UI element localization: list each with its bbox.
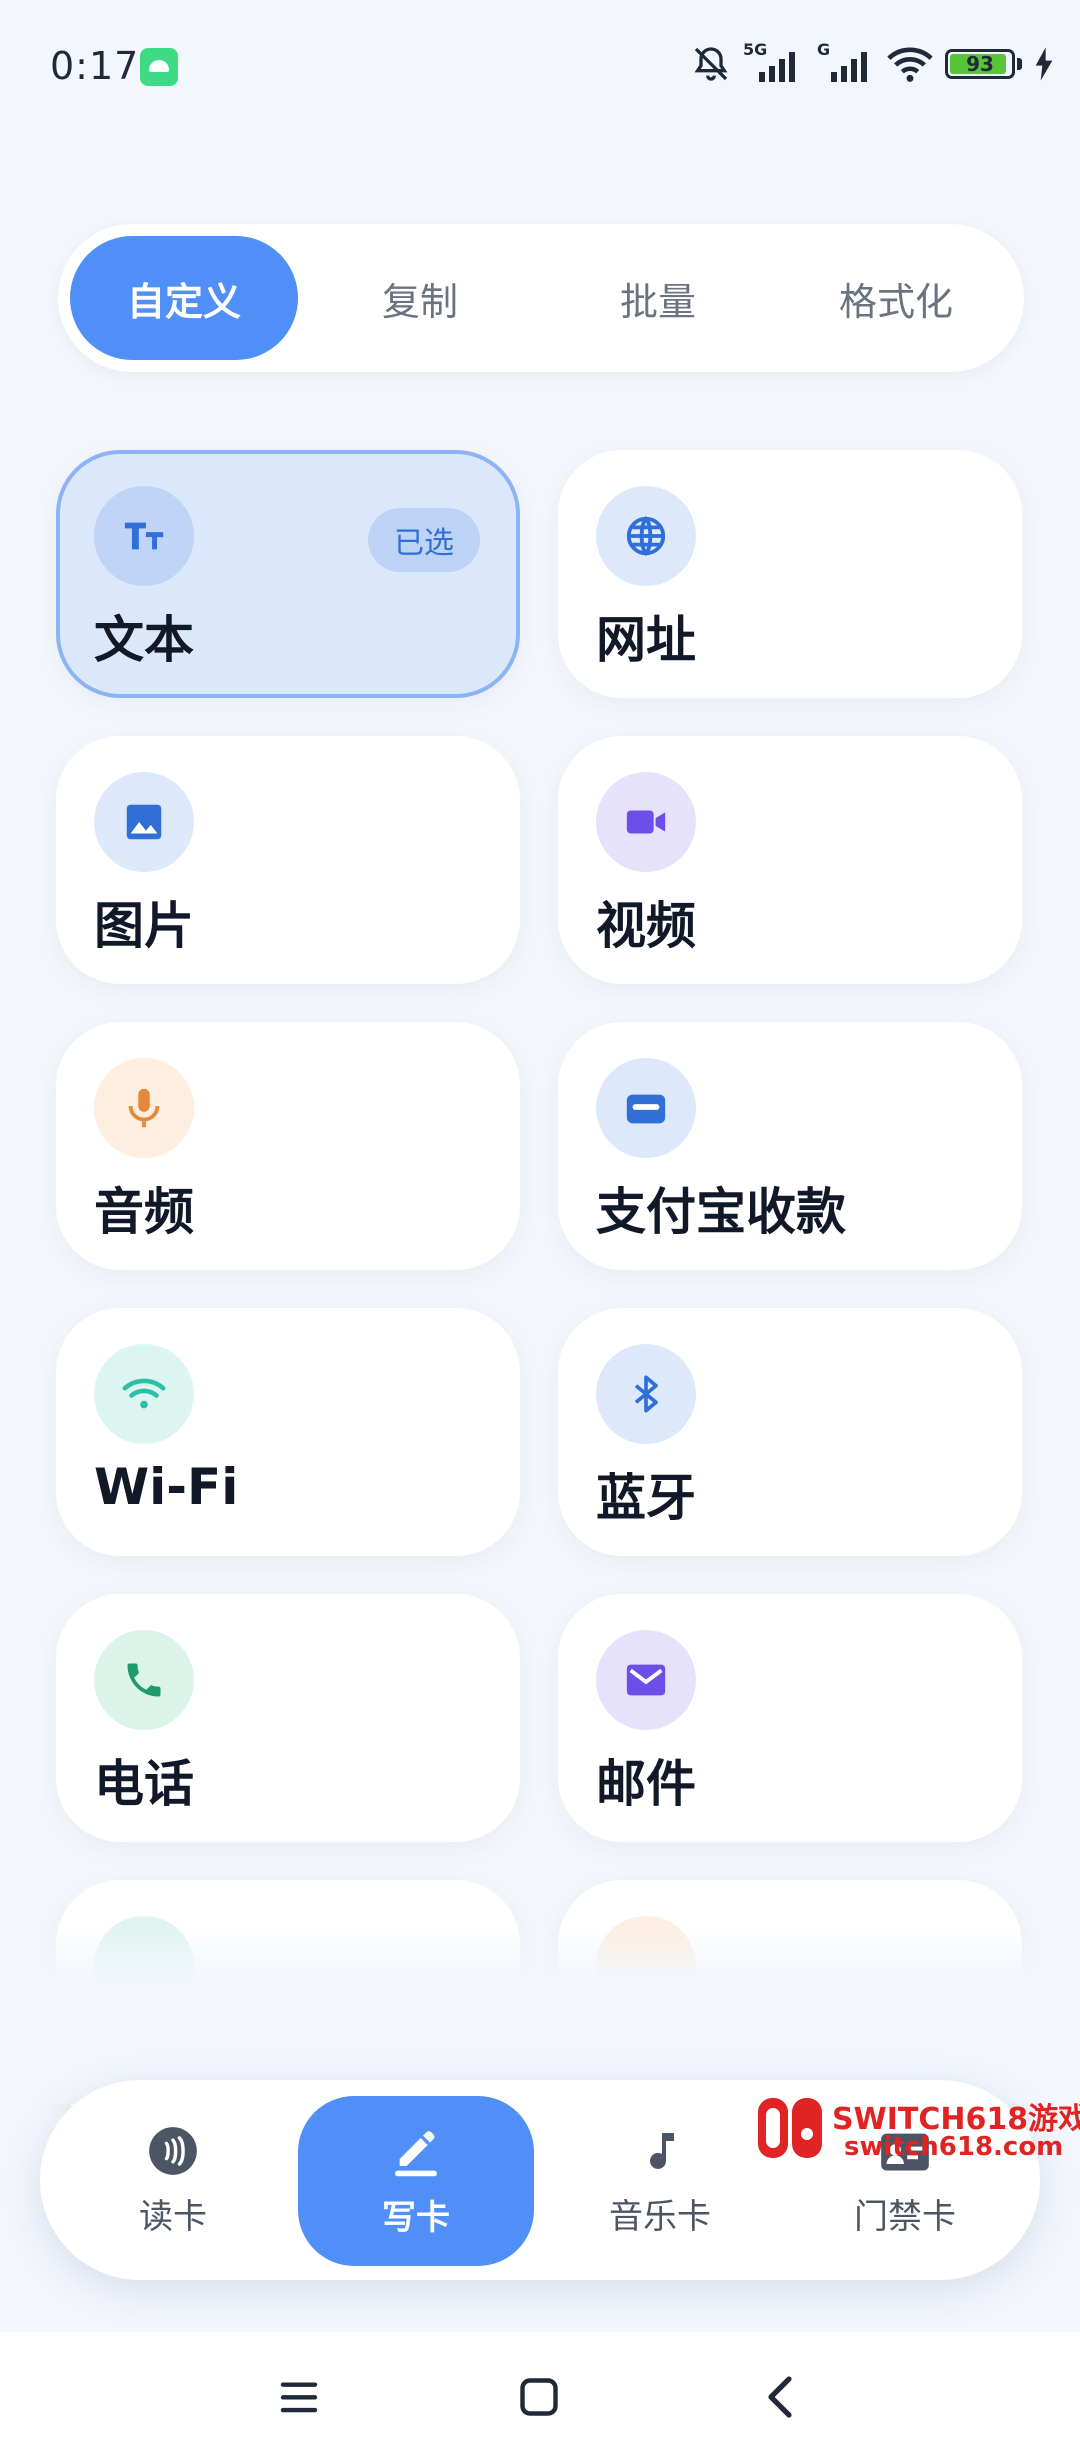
tab-batch[interactable]: 批量 [544,236,772,360]
tab-custom[interactable]: 自定义 [70,236,298,360]
card-title: 文本 [94,611,194,669]
nfc-read-icon [145,2123,201,2179]
card-title: 网址 [596,611,696,669]
card-mail[interactable]: 邮件 [558,1594,1022,1842]
nav-label: 音乐卡 [609,2196,711,2237]
menu-lines-icon [280,2382,318,2413]
nav-label: 写卡 [382,2197,450,2238]
nav-read-card[interactable]: 读卡 [58,2080,288,2280]
signal-5g-icon: 5G [743,40,803,84]
card-title: 视频 [596,897,696,955]
status-time: 0:17 [50,44,140,88]
image-icon [94,772,194,872]
charging-bolt-icon [1035,47,1053,81]
music-note-icon [632,2123,688,2179]
home-button[interactable] [504,2362,574,2432]
card-video[interactable]: 视频 [558,736,1022,984]
pen-write-icon [388,2124,444,2180]
mail-icon [596,1630,696,1730]
card-url[interactable]: 网址 [558,450,1022,698]
battery-cap [1017,58,1022,70]
wifi-status-icon [887,47,933,82]
recents-button[interactable] [264,2362,334,2432]
tab-format[interactable]: 格式化 [782,236,1010,360]
card-phone[interactable]: 电话 [56,1594,520,1842]
back-button[interactable] [744,2362,814,2432]
back-chevron-icon [768,2376,792,2418]
signal-g-icon: G [815,40,875,84]
microphone-icon [94,1058,194,1158]
card-title: Wi-Fi [94,1458,239,1516]
mode-tabs: 自定义 复制 批量 格式化 [58,224,1024,372]
watermark-subtitle: switch618.com [844,2132,1064,2162]
scroll-fade [0,1924,1080,2104]
card-title: 图片 [94,897,194,955]
card-title: 支付宝收款 [596,1183,846,1241]
card-image[interactable]: 图片 [56,736,520,984]
battery-indicator: 93 [945,49,1015,79]
watermark: SWITCH618游戏 switch618.com [756,2090,1080,2168]
bluetooth-icon [596,1344,696,1444]
card-title: 邮件 [596,1755,696,1813]
home-square-icon [520,2378,558,2416]
card-wifi[interactable]: Wi-Fi [56,1308,520,1556]
card-bluetooth[interactable]: 蓝牙 [558,1308,1022,1556]
nav-label: 门禁卡 [854,2196,956,2237]
globe-icon [596,486,696,586]
card-text[interactable]: 已选 文本 [56,450,520,698]
selected-badge: 已选 [368,508,480,572]
system-navigation-bar [0,2332,1080,2460]
nav-label: 读卡 [139,2196,207,2237]
battery-level-text: 93 [966,52,994,76]
nav-music-card[interactable]: 音乐卡 [545,2080,775,2280]
wallet-icon [596,1058,696,1158]
wifi-icon [94,1344,194,1444]
nav-write-card[interactable]: 写卡 [298,2096,534,2266]
card-title: 电话 [94,1755,194,1813]
switch-console-logo-icon [758,2098,822,2158]
video-icon [596,772,696,872]
status-icons: 5G G 93 [691,40,1054,86]
phone-icon [94,1630,194,1730]
card-title: 蓝牙 [596,1469,696,1527]
bell-muted-icon [694,47,728,81]
text-format-icon [94,486,194,586]
card-alipay[interactable]: 支付宝收款 [558,1022,1022,1270]
card-title: 音频 [94,1183,194,1241]
card-audio[interactable]: 音频 [56,1022,520,1270]
status-bar: 0:17 5G G 93 [0,0,1080,136]
tab-copy[interactable]: 复制 [306,236,534,360]
android-notification-icon [140,48,178,86]
